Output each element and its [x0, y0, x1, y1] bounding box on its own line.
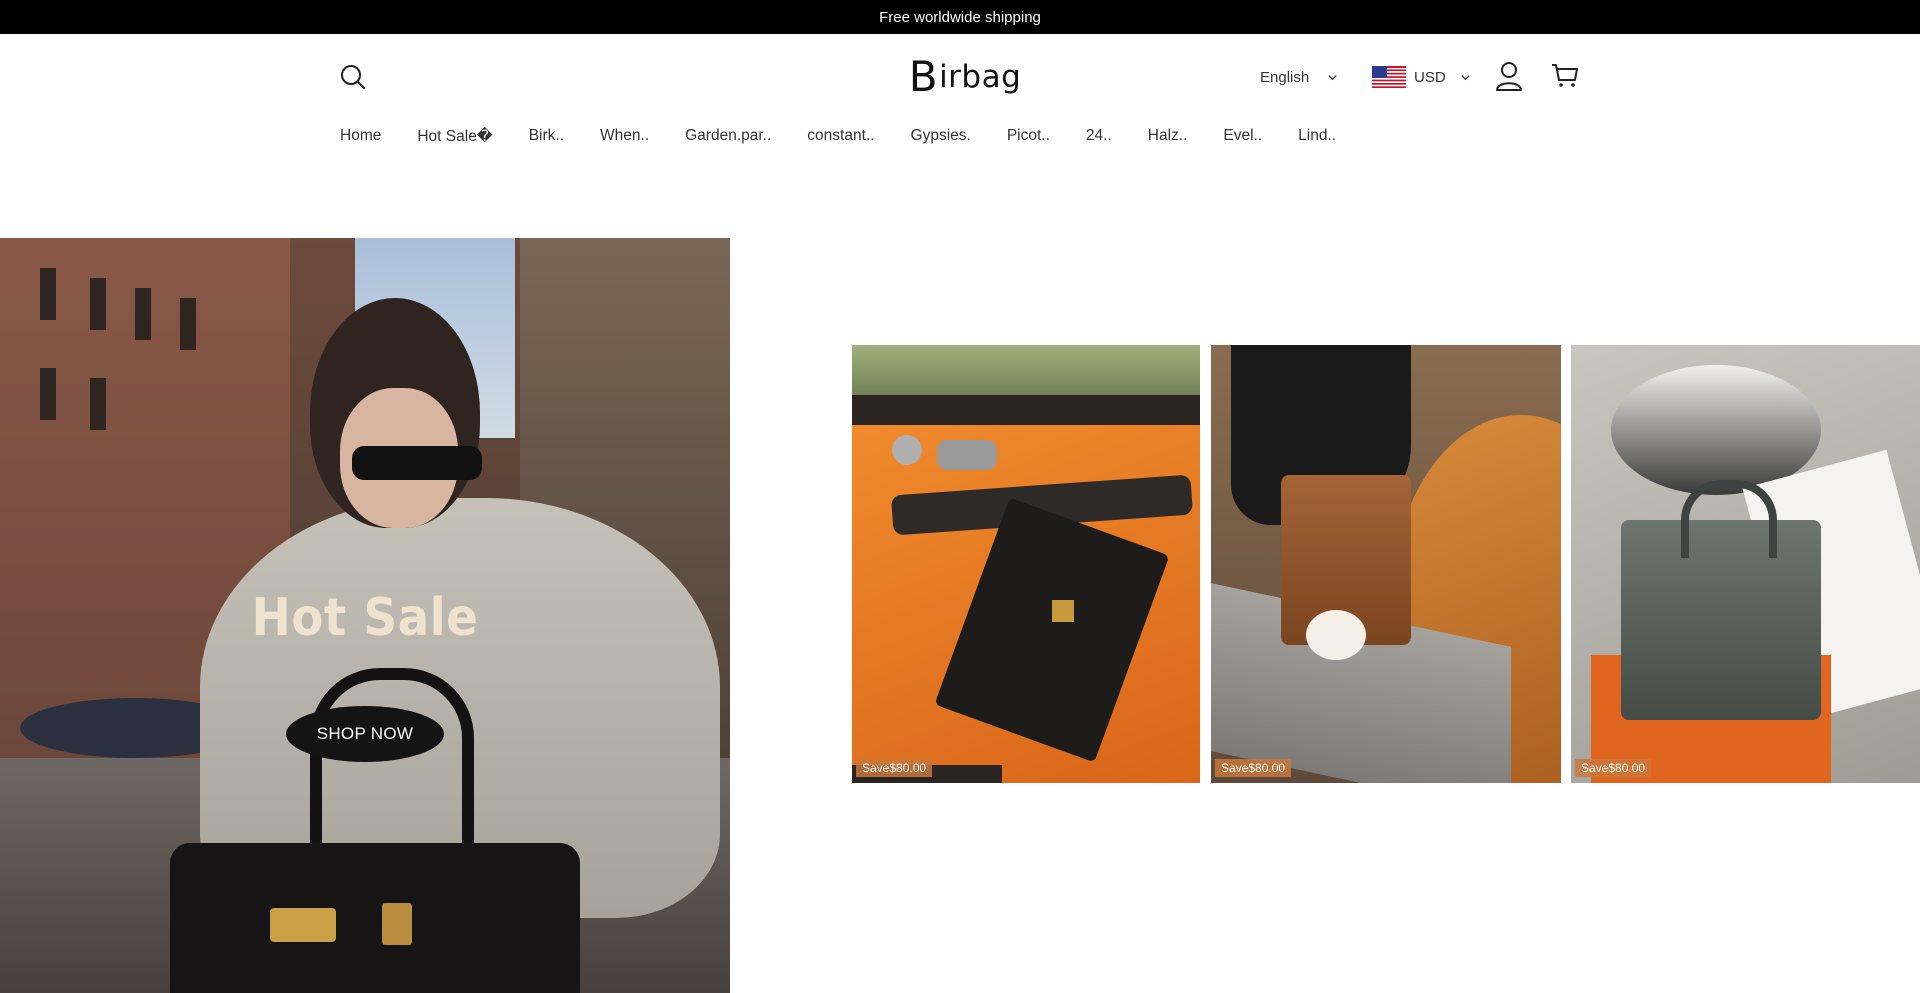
nav-item-birk[interactable]: Birk..	[529, 127, 564, 145]
chevron-down-icon	[1461, 74, 1470, 80]
logo-initial: B	[908, 52, 939, 101]
nav-item-constant[interactable]: constant..	[807, 127, 874, 145]
hero-image-sunglasses	[352, 446, 482, 480]
discount-badge: Save$80.00	[856, 759, 933, 777]
logo-text: irbag	[939, 59, 1022, 95]
product-card[interactable]: Save$80.00	[852, 345, 1200, 783]
nav-item-24[interactable]: 24..	[1086, 127, 1112, 145]
site-header: Birbag English USD Home Hot Sale� Birk..…	[0, 34, 1920, 154]
account-button[interactable]	[1494, 60, 1524, 92]
hero-image-window	[180, 298, 196, 350]
nav-item-lind[interactable]: Lind..	[1298, 127, 1336, 145]
hero-image-window	[90, 278, 106, 330]
nav-item-home[interactable]: Home	[340, 127, 381, 145]
nav-item-evel[interactable]: Evel..	[1223, 127, 1262, 145]
search-button[interactable]	[338, 62, 368, 92]
nav-item-picot[interactable]: Picot..	[1007, 127, 1050, 145]
nav-item-hot-sale[interactable]: Hot Sale�	[417, 127, 492, 146]
hero-image-window	[135, 288, 151, 340]
product-image	[1052, 600, 1074, 622]
hero-banner[interactable]: Hot Sale SHOP NOW	[0, 238, 730, 993]
product-card[interactable]: Save$80.00	[1571, 345, 1920, 783]
product-image	[1306, 610, 1366, 660]
user-icon	[1496, 62, 1522, 91]
chevron-down-icon	[1328, 74, 1337, 80]
product-image	[937, 440, 997, 470]
search-icon	[341, 65, 365, 89]
hero-image-window	[40, 368, 56, 420]
nav-item-halz[interactable]: Halz..	[1148, 127, 1188, 145]
hero-image-bag	[270, 908, 336, 942]
discount-badge: Save$80.00	[1575, 759, 1652, 777]
cart-icon	[1552, 64, 1578, 87]
language-label: English	[1260, 68, 1310, 86]
hero-image-window	[40, 268, 56, 320]
hero-title: Hot Sale	[251, 588, 479, 648]
hero-image-window	[90, 378, 106, 430]
product-image	[1681, 480, 1777, 558]
main-nav: Home Hot Sale� Birk.. When.. Garden.par.…	[340, 121, 1372, 151]
currency-selector[interactable]: USD	[1372, 62, 1471, 92]
us-flag-icon	[1372, 66, 1406, 88]
hero-image-bag	[170, 843, 580, 993]
nav-item-when[interactable]: When..	[600, 127, 649, 145]
product-card[interactable]: Save$80.00	[1211, 345, 1561, 783]
nav-item-gypsies[interactable]: Gypsies.	[911, 127, 971, 145]
discount-badge: Save$80.00	[1215, 759, 1292, 777]
announcement-text: Free worldwide shipping	[879, 8, 1041, 26]
hero-image-bag	[382, 903, 412, 945]
cart-button[interactable]	[1550, 60, 1580, 90]
shop-now-button[interactable]: SHOP NOW	[286, 706, 444, 762]
currency-label: USD	[1414, 68, 1446, 86]
announcement-bar: Free worldwide shipping	[0, 0, 1920, 34]
product-image	[852, 395, 1200, 425]
site-logo[interactable]: Birbag	[908, 52, 1022, 102]
nav-item-garden-par[interactable]: Garden.par..	[685, 127, 771, 145]
product-image	[892, 435, 922, 465]
language-selector[interactable]: English	[1260, 64, 1338, 90]
